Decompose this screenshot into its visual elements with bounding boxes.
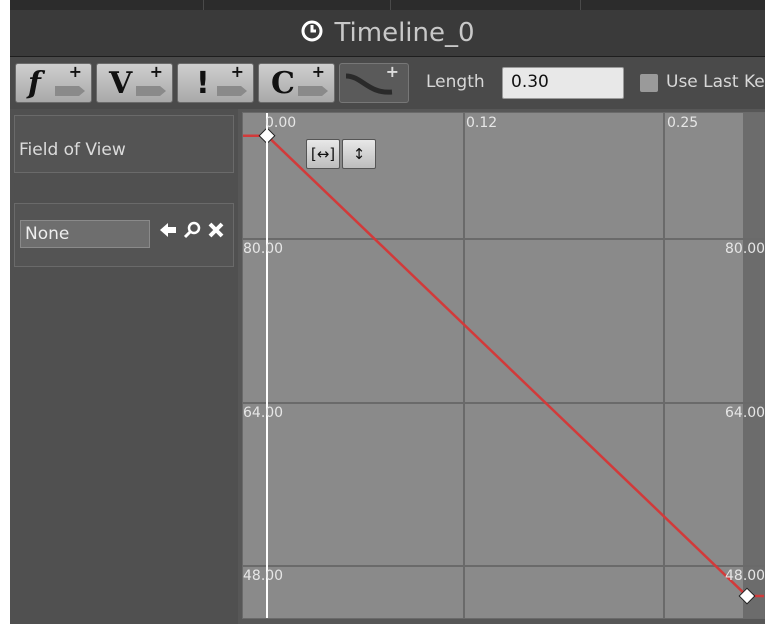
event-track-icon: ! [196,66,210,101]
browse-magnifier-icon[interactable] [182,220,202,245]
plus-icon: + [311,63,325,81]
value-tick-label: 80.00 [243,241,284,257]
clock-icon [300,19,324,47]
color-track-icon: C [271,66,295,101]
value-tick-label: 64.00 [243,405,284,421]
track-header[interactable]: Field of View [14,115,234,173]
value-tick-label: 48.00 [725,568,765,584]
time-tick-label: 0.00 [265,115,297,131]
plus-icon: + [230,63,244,81]
playhead-cursor[interactable] [266,113,268,618]
time-tick-label: 0.12 [466,115,498,131]
title-bar: Timeline_0 [10,10,765,57]
curve-graph-panel: 0.00 0.12 0.25 80.00 64.00 48.00 80.00 6… [238,109,765,624]
timeline-editor: Timeline_0 f + V + ! + C + + Length 0.30… [0,0,765,624]
plus-icon: + [149,63,163,81]
length-input[interactable]: 0.30 [502,67,624,99]
value-tick-label: 48.00 [243,568,284,584]
curve-asset-box: None [14,203,234,267]
fit-buttons: [↔] ↕ [306,139,376,169]
fit-vertical-button[interactable]: ↕ [342,139,376,169]
value-tick-label: 80.00 [725,241,765,257]
window-top-strip [10,0,765,10]
curve-graph[interactable]: 0.00 0.12 0.25 80.00 64.00 48.00 80.00 6… [242,112,765,619]
add-external-curve-button[interactable]: + [339,63,409,103]
add-color-track-button[interactable]: C + [258,63,335,103]
curve-asset-field[interactable]: None [20,220,150,248]
use-selected-arrow-icon[interactable] [158,220,178,245]
track-arrow-icon [136,86,166,96]
plus-icon: + [385,63,399,81]
use-last-keyframe-checkbox[interactable] [640,74,658,92]
vector-track-icon: V [109,66,133,101]
curve-segment [266,134,748,597]
fit-horizontal-button[interactable]: [↔] [306,139,340,169]
toolbar: f + V + ! + C + + Length 0.30 Use Last K… [10,57,765,109]
track-name: Field of View [19,140,126,160]
track-list-panel: Field of View None [10,109,238,624]
add-float-track-button[interactable]: f + [15,63,92,103]
track-arrow-icon [55,86,85,96]
length-label: Length [426,72,485,92]
clear-x-icon[interactable] [206,220,226,245]
add-vector-track-button[interactable]: V + [96,63,173,103]
plus-icon: + [68,63,82,81]
add-event-track-button[interactable]: ! + [177,63,254,103]
curve-plot [243,127,764,605]
time-tick-label: 0.25 [667,115,699,131]
track-arrow-icon [298,86,328,96]
float-track-icon: f [28,66,41,101]
timeline-title: Timeline_0 [334,18,475,48]
track-arrow-icon [217,86,247,96]
value-tick-label: 64.00 [725,405,765,421]
use-last-keyframe-label: Use Last Ke [666,72,765,92]
